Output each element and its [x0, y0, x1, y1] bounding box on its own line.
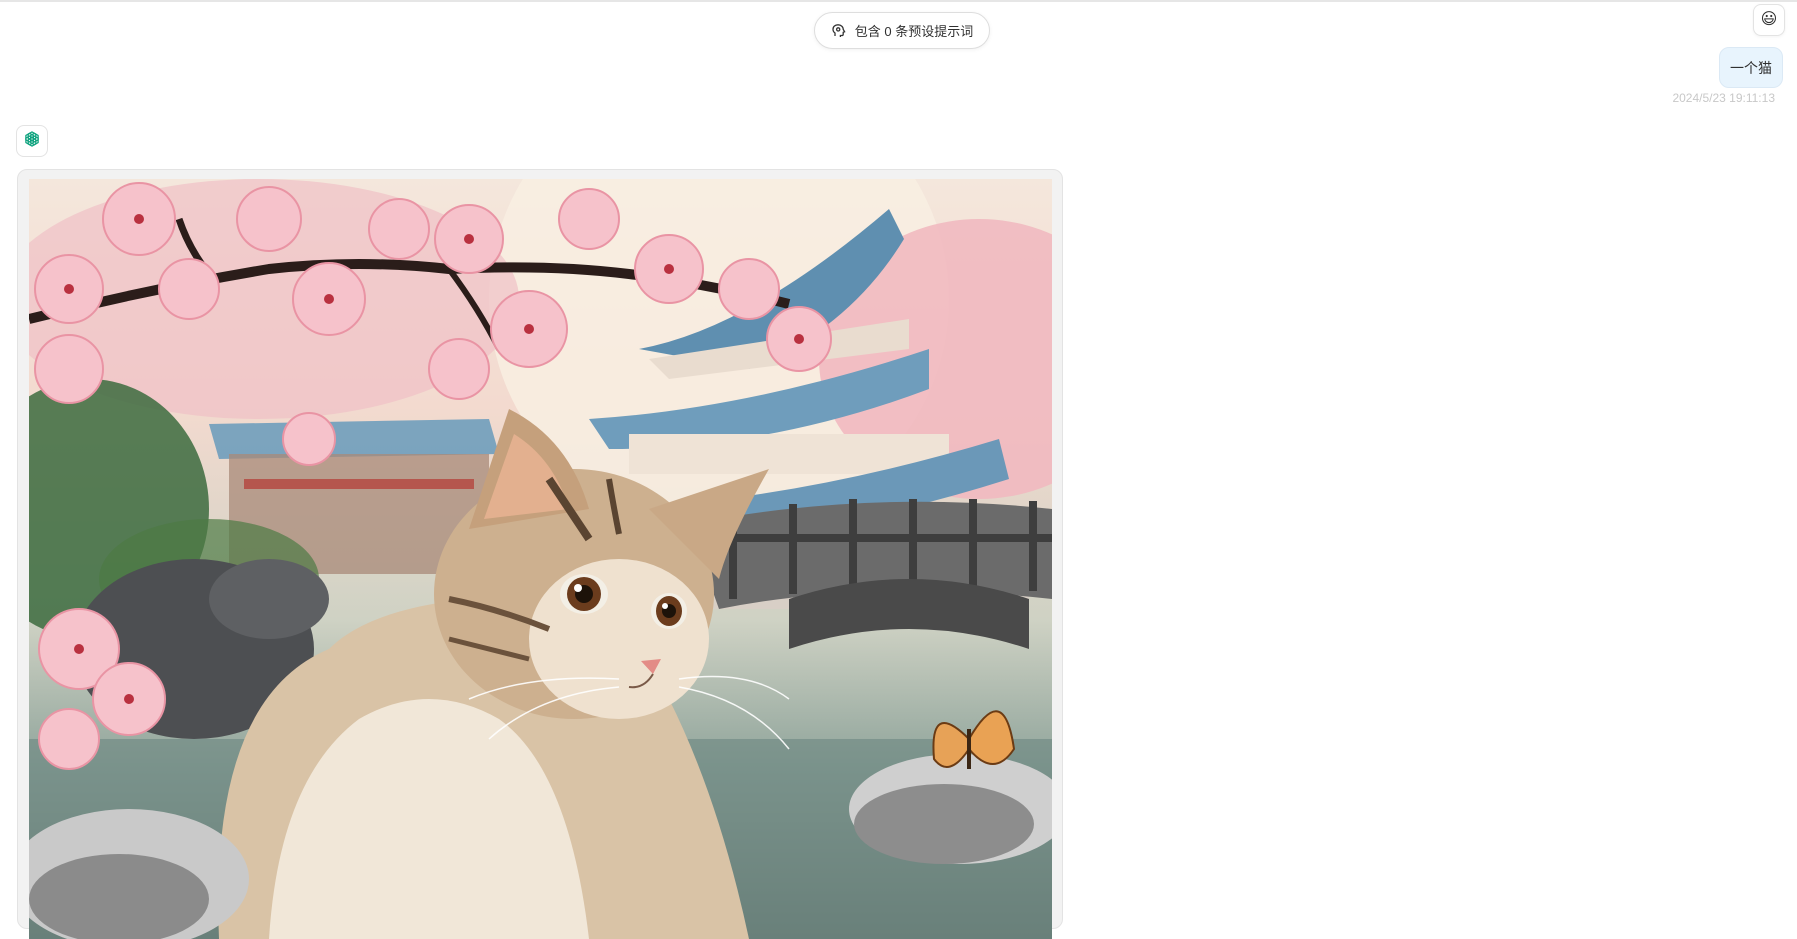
user-avatar[interactable]: 😃 [1753, 4, 1785, 36]
assistant-avatar [16, 125, 48, 157]
user-message-timestamp: 2024/5/23 19:11:13 [1672, 91, 1775, 105]
user-message-text: 一个猫 [1730, 59, 1772, 76]
smiley-emoji-icon: 😃 [1760, 11, 1778, 28]
openai-logo-icon [22, 129, 42, 154]
preset-prompts-label: 包含 0 条预设提示词 [854, 24, 974, 39]
top-divider [0, 0, 1797, 2]
preset-prompts-button[interactable]: 包含 0 条预设提示词 [814, 12, 990, 49]
assistant-message-bubble [17, 169, 1063, 939]
user-message-bubble: 一个猫 [1719, 47, 1783, 88]
generated-cat-image[interactable] [29, 179, 1052, 939]
brain-icon [831, 23, 847, 39]
